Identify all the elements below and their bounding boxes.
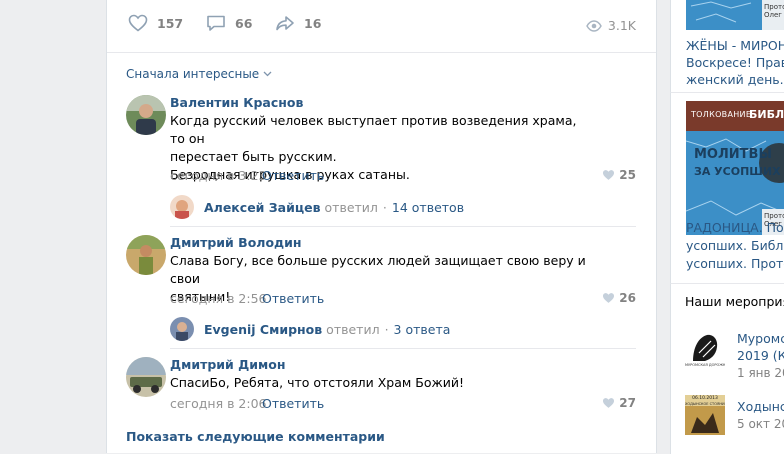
post-card: 157 66 16 3.1K Сначала интересные Валент… xyxy=(106,0,657,453)
banner-label: БИБЛИ xyxy=(749,108,784,121)
comment-text-line: Слава Богу, все больше русских людей защ… xyxy=(170,253,586,286)
card-text[interactable]: усопших. Библи xyxy=(686,237,784,254)
dot-separator: · xyxy=(382,200,387,215)
event-logo-caption: 06.10.2013 xyxy=(692,396,718,401)
heart-icon xyxy=(603,170,615,180)
event-logo-caption: МУРОМСКАЯ ДОРОЖКА xyxy=(685,363,725,367)
comment-text-line: Когда русский человек выступает против в… xyxy=(170,113,577,146)
comment-like-count: 26 xyxy=(619,291,636,305)
avatar[interactable] xyxy=(126,235,166,275)
reply-link[interactable]: Ответить xyxy=(262,291,324,306)
views-count: 3.1K xyxy=(607,18,636,33)
comments-sort-label: Сначала интересные xyxy=(126,67,260,81)
comment-like-count: 27 xyxy=(619,396,636,410)
reply-thread: Evgenij Смирнов ответил · 3 ответа xyxy=(204,322,450,337)
banner-label: ТОЛКОВАНИЕ xyxy=(691,110,752,119)
share-button[interactable]: 16 xyxy=(275,14,321,32)
event-logo-caption: ХОДЫНСКОЕ СТОЯНИЕ xyxy=(685,402,725,406)
avatar[interactable] xyxy=(170,195,194,219)
like-button[interactable]: 157 xyxy=(128,14,183,32)
chevron-down-icon xyxy=(263,71,272,77)
comment-text: СпасиБо, Ребята, что отстояли Храм Божий… xyxy=(170,374,590,392)
dot-separator: · xyxy=(384,322,389,337)
comment-date[interactable]: сегодня в 2:06 xyxy=(170,396,267,411)
avatar[interactable] xyxy=(170,317,194,341)
reply-link[interactable]: Ответить xyxy=(262,168,324,183)
heart-icon xyxy=(128,14,148,32)
show-more-comments-link[interactable]: Показать следующие комментарии xyxy=(126,429,385,444)
views-counter: 3.1K xyxy=(586,18,636,33)
card-title[interactable]: ЖЁНЫ - МИРОНОС xyxy=(686,37,784,54)
heart-icon xyxy=(603,398,615,408)
event-logo[interactable]: 06.10.2013 ХОДЫНСКОЕ СТОЯНИЕ xyxy=(685,395,725,435)
card-image-caption: Протоі Олег xyxy=(764,3,784,19)
comment-author[interactable]: Дмитрий Димон xyxy=(170,357,286,372)
heart-icon xyxy=(603,293,615,303)
event-logo[interactable]: МУРОМСКАЯ ДОРОЖКА xyxy=(685,329,725,369)
reply-thread: Алексей Зайцев ответил · 14 ответов xyxy=(204,200,464,215)
comment-icon xyxy=(207,15,225,31)
event-name[interactable]: 2019 (Ко xyxy=(737,348,784,364)
eye-icon xyxy=(586,19,602,32)
share-icon xyxy=(276,16,294,31)
card-title[interactable]: РАДОНИЦА. Пом xyxy=(686,219,784,236)
card-text[interactable]: Воскресе! Право xyxy=(686,54,784,71)
card-banner[interactable]: ТОЛКОВАНИЕ БИБЛИ xyxy=(686,101,784,131)
comment-author[interactable]: Валентин Краснов xyxy=(170,95,303,110)
card-image-caption: ЗА УСОПШИХ xyxy=(694,165,781,178)
thread-verb: ответил xyxy=(326,322,380,337)
right-sidebar: Протоі Олег ЖЁНЫ - МИРОНОС Воскресе! Пра… xyxy=(670,0,784,454)
sidebar-card: Протоі Олег ЖЁНЫ - МИРОНОС Воскресе! Пра… xyxy=(670,0,784,92)
comment-date[interactable]: сегодня в 2:56 xyxy=(170,291,267,306)
avatar[interactable] xyxy=(126,95,166,135)
thread-author[interactable]: Evgenij Смирнов xyxy=(204,322,322,337)
comment-text-line: перестает быть русским. xyxy=(170,149,337,164)
card-image-caption: МОЛИТВЫ xyxy=(694,147,772,162)
comment-button[interactable]: 66 xyxy=(206,14,252,32)
comment-count: 66 xyxy=(235,15,253,31)
sidebar-card: ТОЛКОВАНИЕ БИБЛИ МОЛИТВЫ ЗА УСОПШИХ Прот… xyxy=(670,92,784,283)
avatar[interactable] xyxy=(126,357,166,397)
event-date: 1 янв 20 xyxy=(737,366,784,380)
thread-count[interactable]: 14 ответов xyxy=(392,200,464,215)
thread-count[interactable]: 3 ответа xyxy=(394,322,451,337)
share-count: 16 xyxy=(304,15,322,31)
event-date: 5 окт 201 xyxy=(737,417,784,431)
comment-like-button[interactable]: 26 xyxy=(602,291,636,305)
card-image[interactable]: Протоі Олег xyxy=(686,0,784,30)
comment-like-button[interactable]: 25 xyxy=(602,168,636,182)
thread-author[interactable]: Алексей Зайцев xyxy=(204,200,321,215)
reply-link[interactable]: Ответить xyxy=(262,396,324,411)
comments-sort-dropdown[interactable]: Сначала интересные xyxy=(126,67,272,81)
card-text[interactable]: женский день. Р xyxy=(686,71,784,88)
comment-like-button[interactable]: 27 xyxy=(602,396,636,410)
thread-verb: ответил xyxy=(324,200,378,215)
comment-author[interactable]: Дмитрий Володин xyxy=(170,235,302,250)
comment-date[interactable]: сегодня в 3:23 xyxy=(170,168,267,183)
comment-text-line: СпасиБо, Ребята, что отстояли Храм Божий… xyxy=(170,375,465,390)
events-title[interactable]: Наши мероприят xyxy=(685,294,784,309)
comment-divider xyxy=(170,226,636,227)
event-name[interactable]: Муромс xyxy=(737,331,784,347)
card-text[interactable]: усопших. Протоі xyxy=(686,255,784,272)
comment-divider xyxy=(170,348,636,349)
event-name[interactable]: Ходынс xyxy=(737,399,784,415)
comment-like-count: 25 xyxy=(619,168,636,182)
like-count: 157 xyxy=(157,15,184,31)
post-actions-bar: 157 66 16 3.1K xyxy=(107,0,656,53)
